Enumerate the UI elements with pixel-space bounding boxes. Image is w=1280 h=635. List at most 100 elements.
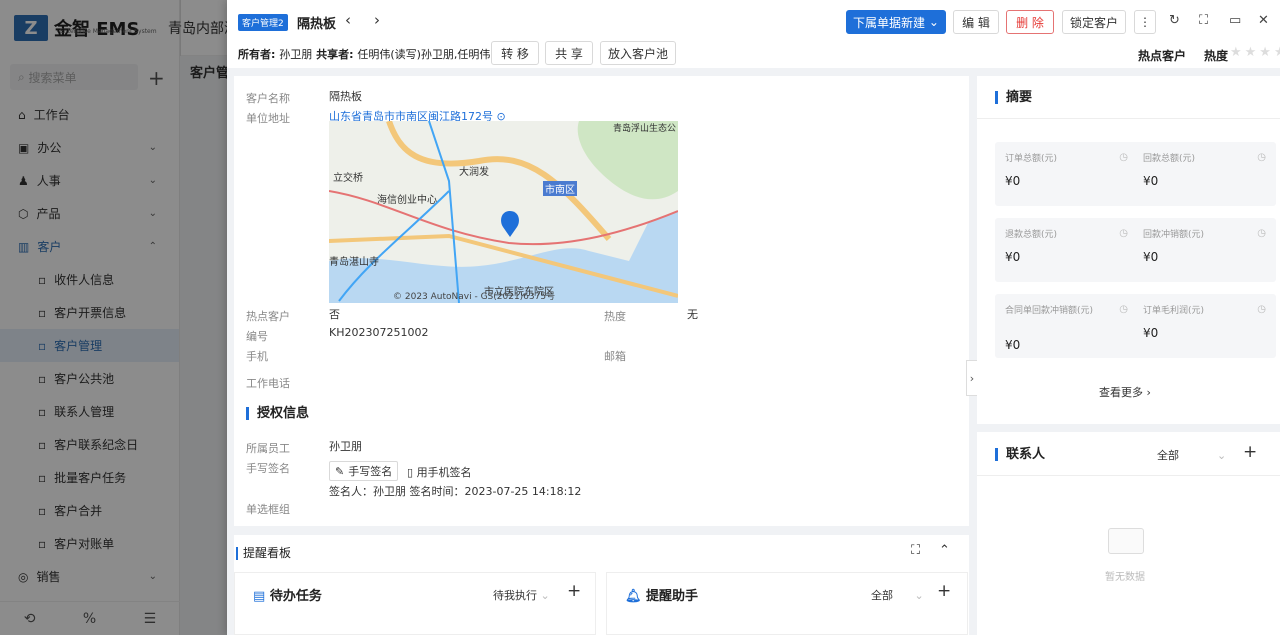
clock-icon: ◷ xyxy=(1119,228,1128,239)
collapse-up-icon[interactable]: ⌃ xyxy=(939,543,950,558)
map-copyright: © 2023 AutoNavi - GS(2021)6375号 xyxy=(393,292,556,302)
stat-label: 回款总额(元) xyxy=(1143,154,1196,164)
clock-icon: ◷ xyxy=(1119,304,1128,315)
summary-stat-card: 回款总额(元) ¥0 ◷ xyxy=(1133,142,1276,206)
map-label-2: 海信创业中心 xyxy=(377,195,437,206)
contacts-panel: 联系人 全部 ⌄ + 暂无数据 xyxy=(977,432,1280,635)
map-label-5: 青岛浮山生态公 xyxy=(613,124,677,134)
expand-icon[interactable]: ⛶ xyxy=(911,543,920,558)
email-label: 邮箱 xyxy=(604,350,626,363)
new-sub-document-label: 下属单据新建 xyxy=(853,15,926,30)
signer-info: 签名人：孙卫朋 签名时间：2023-07-25 14:18:12 xyxy=(329,485,582,498)
refresh-icon[interactable]: ↻ xyxy=(1169,13,1180,28)
todo-filter-value: 待我执行 xyxy=(493,589,537,602)
address-map[interactable]: 立交桥 大润发 海信创业中心 市南区 青岛湛山寺 青岛浮山生态公 市立医院东院区… xyxy=(329,121,678,303)
handwrite-sign-button[interactable]: ✎ 手写签名 xyxy=(329,461,399,481)
radio-group-label: 单选框组 xyxy=(246,503,290,516)
summary-stat-card: 退款总额(元) ¥0 ◷ xyxy=(995,218,1138,282)
stat-label: 退款总额(元) xyxy=(1005,230,1058,240)
clock-icon: ◷ xyxy=(1257,152,1266,163)
assistant-card: 🔔︎ 提醒助手 全部 ⌄ + xyxy=(606,572,968,635)
map-label-1: 大润发 xyxy=(459,167,489,178)
map-label-4: 青岛湛山寺 xyxy=(329,257,379,268)
handwrite-sign-label: 手写签名 xyxy=(348,465,393,478)
summary-stat-card: 订单毛利润(元) ¥0 ◷ xyxy=(1133,294,1276,358)
stat-label: 订单总额(元) xyxy=(1005,154,1058,164)
more-icon[interactable]: ⋮ xyxy=(1134,10,1156,34)
stat-value: ¥0 xyxy=(1005,250,1021,264)
lock-customer-button[interactable]: 锁定客户 xyxy=(1062,10,1126,34)
chevron-down-icon: ⌄ xyxy=(540,589,550,602)
transfer-button[interactable]: 转 移 xyxy=(491,41,539,65)
contacts-filter-select[interactable]: 全部 ⌄ xyxy=(1157,447,1226,463)
assistant-title: 🔔︎ 提醒助手 xyxy=(625,585,698,604)
todo-filter-select[interactable]: 待我执行 ⌄ xyxy=(493,587,550,603)
module-tag: 客户管理2 xyxy=(238,14,288,31)
phone-icon: ▯ xyxy=(407,466,414,479)
reminder-board: 提醒看板 ⛶ ⌃ ▤ 待办任务 待我执行 ⌄ + 🔔︎ 提醒助手 全部 ⌄ + xyxy=(234,535,969,635)
board-title: 提醒看板 xyxy=(236,547,291,560)
heat-field-label: 热度 xyxy=(604,310,626,323)
empty-text: 暂无数据 xyxy=(1105,572,1145,583)
prev-record-icon[interactable]: ‹ xyxy=(345,11,351,29)
summary-stat-card: 回款冲销额(元) ¥0 ◷ xyxy=(1133,218,1276,282)
clock-icon: ◷ xyxy=(1119,152,1128,163)
chevron-down-icon: ⌄ xyxy=(928,15,939,29)
hot-customer-label: 热点客户 xyxy=(1138,49,1187,63)
svg-text:立交桥: 立交桥 xyxy=(333,171,363,184)
bell-icon: 🔔︎ xyxy=(625,589,642,604)
share-label: 共享者: xyxy=(316,48,354,61)
chevron-down-icon: ⌄ xyxy=(914,589,924,602)
address-label: 单位地址 xyxy=(246,112,290,125)
assistant-filter-select[interactable]: 全部 ⌄ xyxy=(871,587,924,603)
drawer-title: 隔热板 xyxy=(297,17,337,32)
auth-section-title: 授权信息 xyxy=(246,407,309,420)
name-label: 客户名称 xyxy=(246,92,290,105)
customer-info-card: 客户名称 隔热板 单位地址 山东省青岛市市南区闽江路172号 ⊙ 立交桥 大润发… xyxy=(234,76,969,526)
owner-label: 所有者: xyxy=(238,48,276,61)
edit-button[interactable]: 编 辑 xyxy=(953,10,999,34)
clock-icon: ◷ xyxy=(1257,228,1266,239)
pen-icon: ✎ xyxy=(335,464,345,478)
stat-value: ¥0 xyxy=(1143,174,1159,188)
add-reminder-icon[interactable]: + xyxy=(937,581,951,601)
heat-label: 热度 xyxy=(1204,49,1229,63)
add-contact-icon[interactable]: + xyxy=(1243,442,1257,462)
todo-title: ▤ 待办任务 xyxy=(253,585,322,604)
owner-value: 孙卫朋 xyxy=(279,48,313,61)
stat-value: ¥0 xyxy=(1143,326,1159,340)
summary-title: 摘要 xyxy=(995,91,1032,104)
heat-value: 无 xyxy=(687,308,698,321)
assistant-title-text: 提醒助手 xyxy=(646,589,699,604)
put-in-pool-button[interactable]: 放入客户池 xyxy=(600,41,676,65)
view-more-label: 查看更多 xyxy=(1099,386,1143,399)
drawer-header: 客户管理2 隔热板 ‹ › 下属单据新建 ⌄ 编 辑 删 除 锁定客户 ⋮ ↻ … xyxy=(227,0,1280,68)
todo-card: ▤ 待办任务 待我执行 ⌄ + xyxy=(234,572,596,635)
view-more-link[interactable]: 查看更多 › xyxy=(1099,384,1151,400)
close-icon[interactable]: ✕ xyxy=(1258,13,1269,28)
clock-icon: ◷ xyxy=(1257,304,1266,315)
delete-button[interactable]: 删 除 xyxy=(1006,10,1054,34)
next-record-icon[interactable]: › xyxy=(374,11,380,29)
owner-line: 所有者: 孙卫朋 共享者: 任明伟(读写)孙卫朋,任明伟(读) xyxy=(238,46,510,62)
customer-detail-drawer: 客户管理2 隔热板 ‹ › 下属单据新建 ⌄ 编 辑 删 除 锁定客户 ⋮ ↻ … xyxy=(227,0,1280,635)
fullscreen-icon[interactable]: ⛶ xyxy=(1199,13,1208,28)
stat-label: 回款冲销额(元) xyxy=(1143,230,1205,240)
code-label: 编号 xyxy=(246,330,268,343)
share-button[interactable]: 共 享 xyxy=(545,41,593,65)
layout-icon[interactable]: ▭ xyxy=(1229,13,1241,28)
phone-label: 手机 xyxy=(246,350,268,363)
stat-label: 合同单回款冲销额(元) xyxy=(1005,306,1094,316)
heat-rating[interactable]: ★★★★ xyxy=(1230,45,1280,60)
map-label-3: 市南区 xyxy=(543,181,577,196)
stat-value: ¥0 xyxy=(1143,250,1159,264)
chevron-down-icon: ⌄ xyxy=(1217,449,1227,462)
doc-icon: ▤ xyxy=(253,589,266,604)
employee-label: 所属员工 xyxy=(246,442,290,455)
chevron-right-icon: › xyxy=(1146,386,1151,399)
stat-label: 订单毛利润(元) xyxy=(1143,306,1205,316)
new-sub-document-button[interactable]: 下属单据新建 ⌄ xyxy=(846,10,946,34)
phone-sign-label: 用手机签名 xyxy=(416,466,472,479)
phone-sign-link[interactable]: ▯ 用手机签名 xyxy=(407,464,472,480)
add-todo-icon[interactable]: + xyxy=(567,581,581,601)
